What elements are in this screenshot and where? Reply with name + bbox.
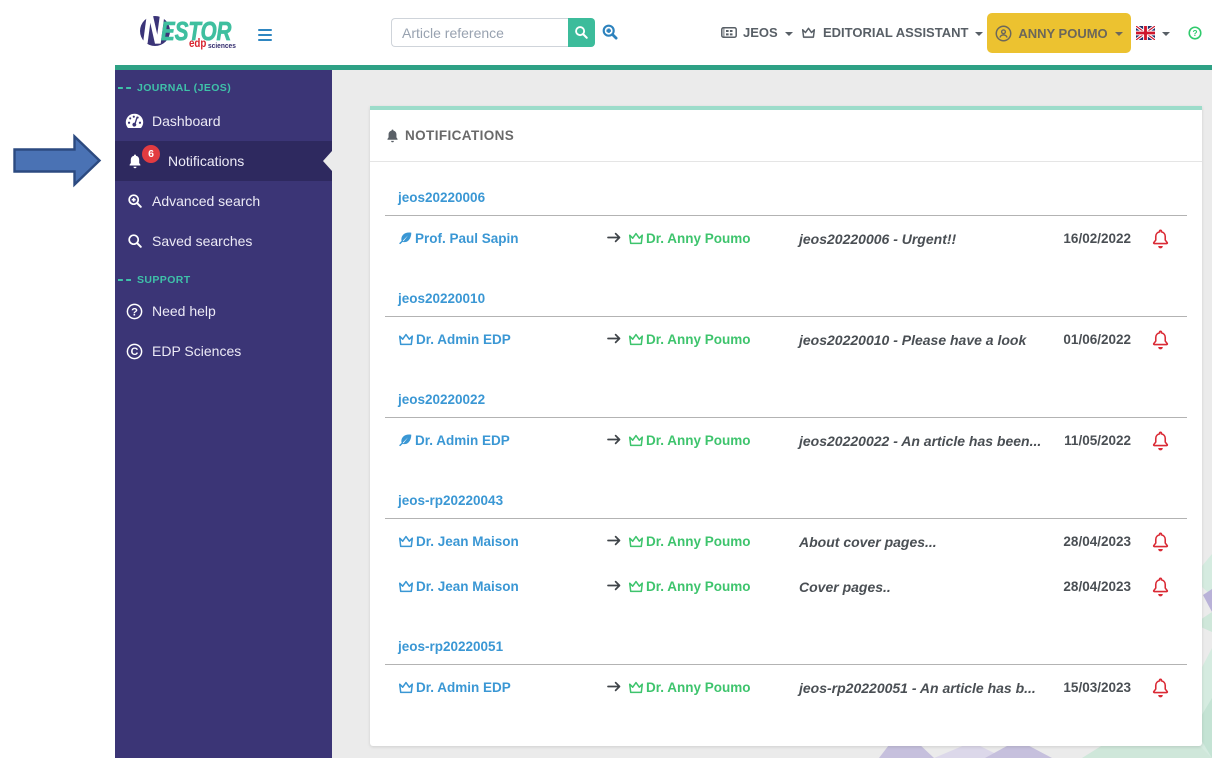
svg-text:?: ? [131, 306, 138, 318]
svg-text:?: ? [1192, 28, 1197, 38]
svg-text:C: C [131, 346, 139, 358]
